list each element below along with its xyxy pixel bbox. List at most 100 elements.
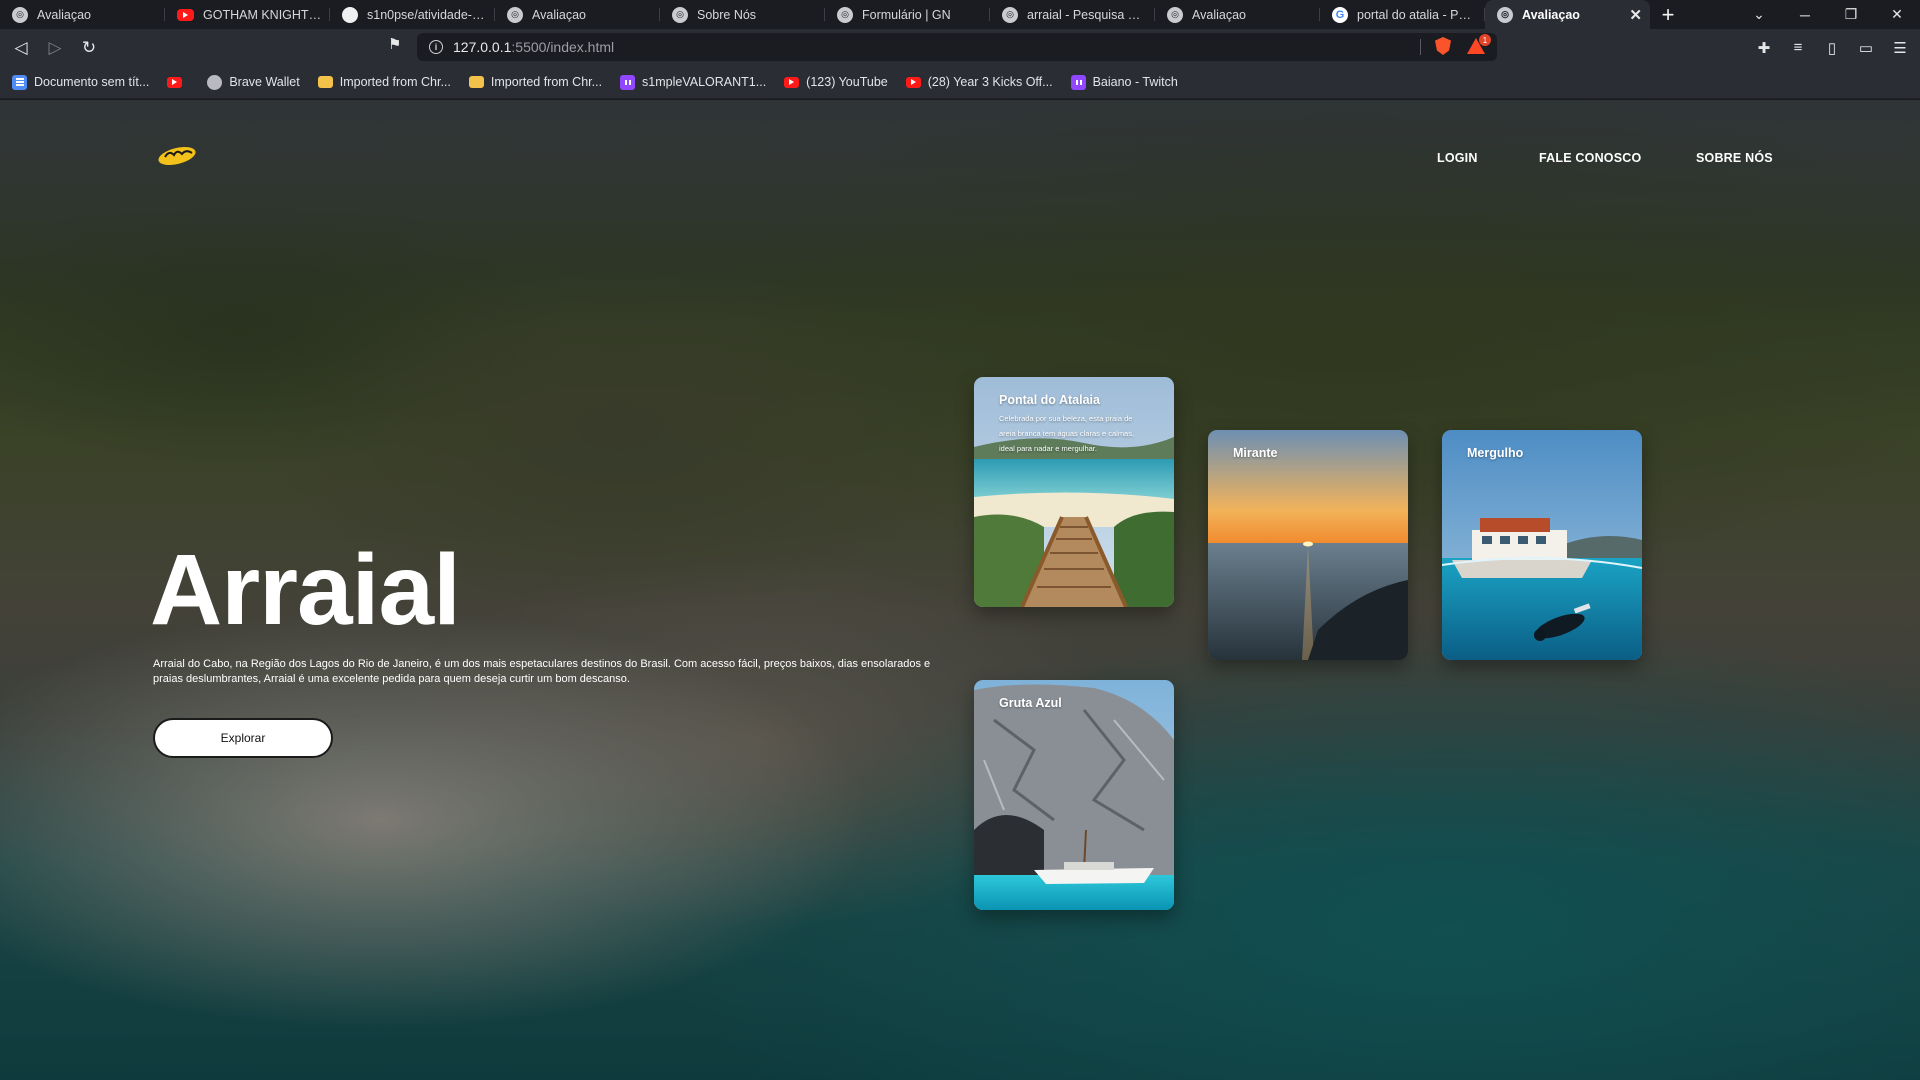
blue-cave-image <box>974 680 1174 910</box>
bookmark-item[interactable]: Imported from Chr... <box>468 75 603 89</box>
folder-icon <box>468 76 484 88</box>
globe-icon: ◎ <box>1497 6 1513 23</box>
youtube-icon <box>784 76 800 88</box>
tab-title: arraial - Pesquisa Googl <box>1027 7 1147 22</box>
bookmark-label: (28) Year 3 Kicks Off... <box>927 75 1053 89</box>
wallet-icon <box>207 74 223 90</box>
menu-icon[interactable]: ☰ <box>1890 39 1910 57</box>
hero-description: Arraial do Cabo, na Região dos Lagos do … <box>153 658 931 685</box>
explore-button[interactable]: Explorar <box>153 718 333 758</box>
twitch-icon <box>620 74 636 90</box>
twitch-icon <box>1070 74 1086 90</box>
forward-icon[interactable]: ▷ <box>42 35 68 61</box>
browser-tab[interactable]: Gportal do atalia - Pesqu <box>1320 0 1485 29</box>
browser-tab[interactable]: ◎ Avaliaçao <box>1155 0 1320 29</box>
card-title: Pontal do Atalaia <box>999 393 1100 407</box>
browser-toolbar: ◁ ▷ ↻ ⚑ i 127.0.0.1:5500/index.html 1 ✚ … <box>0 29 1920 66</box>
bookmark-item[interactable]: Imported from Chr... <box>317 75 451 89</box>
browser-tab[interactable]: ◎ Formulário | GN <box>825 0 990 29</box>
tab-title: Avaliaçao <box>1192 7 1246 22</box>
bookmark-page-icon[interactable]: ⚑ <box>388 35 401 53</box>
bookmarks-bar: Documento sem tít... Brave Wallet Import… <box>0 66 1920 99</box>
sunset-image <box>1208 430 1408 660</box>
card-mirante[interactable]: Mirante <box>1208 430 1408 660</box>
sidebar-icon[interactable]: ▯ <box>1822 39 1842 57</box>
nav-login[interactable]: LOGIN <box>1437 151 1478 165</box>
tab-title: Avaliaçao <box>37 7 91 22</box>
hero-section: LOGIN FALE CONOSCO SOBRE NÓS Arraial Arr… <box>0 100 1920 1080</box>
youtube-icon <box>905 76 921 88</box>
globe-icon: ◎ <box>507 6 523 23</box>
youtube-icon <box>167 76 183 88</box>
bookmark-label: Imported from Chr... <box>339 75 451 89</box>
diving-boat-image <box>1442 430 1642 660</box>
browser-tab-active[interactable]: ◎ Avaliaçao ✕ <box>1485 0 1650 29</box>
tab-title: Avaliaçao <box>532 7 586 22</box>
tab-title: Avaliaçao <box>1522 7 1580 22</box>
card-description: Celebrada por sua beleza, esta praia de … <box>999 414 1135 453</box>
wallet-icon[interactable]: ▭ <box>1856 39 1876 57</box>
globe-icon: ◎ <box>1167 6 1183 23</box>
bookmark-item[interactable]: Documento sem tít... <box>12 74 149 90</box>
folder-icon <box>317 76 333 88</box>
browser-tab[interactable]: ◎ Avaliaçao <box>0 0 165 29</box>
playlist-icon[interactable]: ≡ <box>1788 39 1808 56</box>
card-mergulho[interactable]: Mergulho <box>1442 430 1642 660</box>
hero-title: Arraial <box>150 534 461 646</box>
window-controls: ⌄ ─ ❐ ✕ <box>1736 0 1920 29</box>
card-gruta-azul[interactable]: Gruta Azul <box>974 680 1174 910</box>
back-icon[interactable]: ◁ <box>8 35 34 61</box>
card-pontal-do-atalaia[interactable]: Pontal do Atalaia Celebrada por sua bele… <box>974 377 1174 607</box>
card-title: Mirante <box>1233 446 1278 460</box>
youtube-icon <box>177 8 194 21</box>
bookmark-label: Brave Wallet <box>229 75 300 89</box>
browser-tab[interactable]: ◎ arraial - Pesquisa Googl <box>990 0 1155 29</box>
browser-tab[interactable]: s1n0pse/atividade-html <box>330 0 495 29</box>
urlbar-divider <box>1420 39 1421 55</box>
globe-icon: ◎ <box>837 6 853 23</box>
globe-icon: ◎ <box>12 6 28 23</box>
reload-icon[interactable]: ↻ <box>76 35 102 61</box>
browser-tab[interactable]: ◎ Avaliaçao <box>495 0 660 29</box>
bookmark-item[interactable]: s1mpleVALORANT1... <box>620 74 767 90</box>
card-title: Gruta Azul <box>999 696 1062 710</box>
browser-tab[interactable]: ◎ Sobre Nós <box>660 0 825 29</box>
close-tab-icon[interactable]: ✕ <box>1623 6 1642 24</box>
bookmark-item[interactable]: (28) Year 3 Kicks Off... <box>905 75 1053 89</box>
tab-title: Formulário | GN <box>862 7 951 22</box>
site-logo[interactable] <box>157 144 199 166</box>
toolbar-icons: ✚ ≡ ▯ ▭ ☰ <box>1754 29 1910 66</box>
url-host: 127.0.0.1 <box>453 39 512 55</box>
restore-icon[interactable]: ❐ <box>1828 6 1874 23</box>
bookmark-item[interactable] <box>167 76 189 88</box>
tab-title: portal do atalia - Pesqu <box>1357 7 1477 22</box>
extensions-icon[interactable]: ✚ <box>1754 39 1774 57</box>
card-title: Mergulho <box>1467 446 1524 460</box>
docs-icon <box>12 74 27 90</box>
github-icon <box>342 6 358 23</box>
brave-shields-icon[interactable] <box>1435 37 1451 55</box>
close-window-icon[interactable]: ✕ <box>1874 6 1920 23</box>
bookmark-label: s1mpleVALORANT1... <box>642 75 767 89</box>
tab-title: Sobre Nós <box>697 7 757 22</box>
tab-title: s1n0pse/atividade-html <box>367 7 487 22</box>
site-info-icon[interactable]: i <box>429 40 443 54</box>
url-path: :5500/index.html <box>511 39 615 55</box>
bookmark-label: Baiano - Twitch <box>1092 75 1178 89</box>
bookmark-item[interactable]: Baiano - Twitch <box>1070 74 1178 90</box>
nav-about[interactable]: SOBRE NÓS <box>1696 151 1773 165</box>
nav-contact[interactable]: FALE CONOSCO <box>1539 151 1641 165</box>
rewards-badge: 1 <box>1479 34 1491 46</box>
bookmark-item[interactable]: (123) YouTube <box>784 75 888 89</box>
bookmark-label: Imported from Chr... <box>490 75 603 89</box>
minimize-icon[interactable]: ─ <box>1782 7 1828 23</box>
google-icon: G <box>1332 6 1348 23</box>
bookmark-item[interactable]: Brave Wallet <box>207 74 300 90</box>
address-bar[interactable]: i 127.0.0.1:5500/index.html 1 <box>417 33 1497 61</box>
tab-search-chevron-icon[interactable]: ⌄ <box>1736 6 1782 23</box>
new-tab-button[interactable]: + <box>1650 0 1686 29</box>
browser-tab[interactable]: GOTHAM KNIGHTS é m <box>165 0 330 29</box>
tab-title: GOTHAM KNIGHTS é m <box>203 7 322 22</box>
globe-icon: ◎ <box>1002 6 1018 23</box>
globe-icon: ◎ <box>672 6 688 23</box>
